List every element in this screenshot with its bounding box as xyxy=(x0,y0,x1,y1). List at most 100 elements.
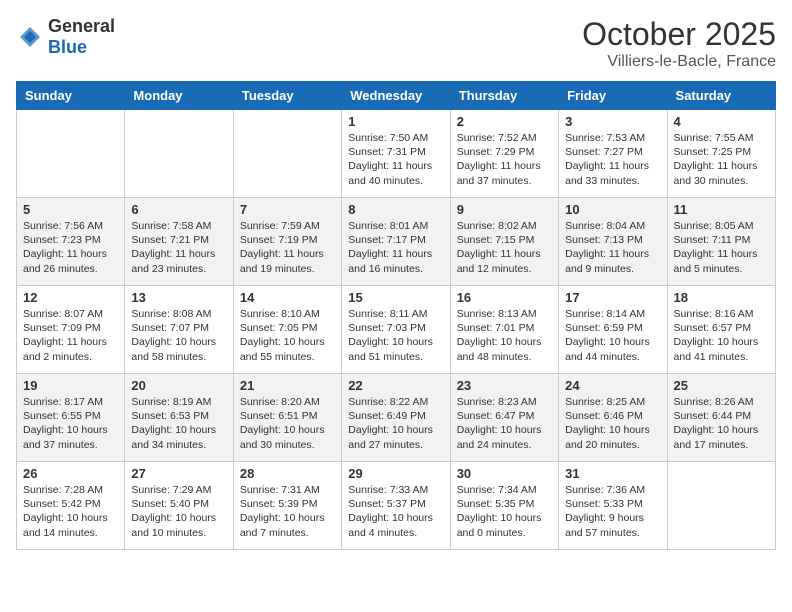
calendar-cell: 6 Sunrise: 7:58 AM Sunset: 7:21 PM Daylig… xyxy=(125,198,233,286)
logo-blue: Blue xyxy=(48,37,87,57)
day-info: Sunrise: 8:26 AM Sunset: 6:44 PM Dayligh… xyxy=(674,395,769,452)
day-number: 6 xyxy=(131,202,226,217)
calendar-table: SundayMondayTuesdayWednesdayThursdayFrid… xyxy=(16,81,776,550)
day-number: 24 xyxy=(565,378,660,393)
day-info: Sunrise: 8:13 AM Sunset: 7:01 PM Dayligh… xyxy=(457,307,552,364)
day-info: Sunrise: 7:55 AM Sunset: 7:25 PM Dayligh… xyxy=(674,131,769,188)
logo-general: General xyxy=(48,16,115,36)
day-info: Sunrise: 7:52 AM Sunset: 7:29 PM Dayligh… xyxy=(457,131,552,188)
calendar-cell: 17 Sunrise: 8:14 AM Sunset: 6:59 PM Dayli… xyxy=(559,286,667,374)
day-number: 10 xyxy=(565,202,660,217)
calendar-cell xyxy=(17,110,125,198)
weekday-header: Saturday xyxy=(667,82,775,110)
calendar-cell: 8 Sunrise: 8:01 AM Sunset: 7:17 PM Daylig… xyxy=(342,198,450,286)
calendar-cell: 9 Sunrise: 8:02 AM Sunset: 7:15 PM Daylig… xyxy=(450,198,558,286)
calendar-cell: 20 Sunrise: 8:19 AM Sunset: 6:53 PM Dayli… xyxy=(125,374,233,462)
weekday-header: Tuesday xyxy=(233,82,341,110)
day-info: Sunrise: 7:33 AM Sunset: 5:37 PM Dayligh… xyxy=(348,483,443,540)
day-info: Sunrise: 8:11 AM Sunset: 7:03 PM Dayligh… xyxy=(348,307,443,364)
logo-icon xyxy=(16,23,44,51)
weekday-header: Sunday xyxy=(17,82,125,110)
day-info: Sunrise: 8:17 AM Sunset: 6:55 PM Dayligh… xyxy=(23,395,118,452)
day-info: Sunrise: 8:04 AM Sunset: 7:13 PM Dayligh… xyxy=(565,219,660,276)
calendar-cell: 28Sunrise: 7:31 AM Sunset: 5:39 PM Dayli… xyxy=(233,462,341,550)
page-header: General Blue October 2025 Villiers-le-Ba… xyxy=(16,16,776,71)
day-number: 17 xyxy=(565,290,660,305)
day-info: Sunrise: 7:29 AM Sunset: 5:40 PM Dayligh… xyxy=(131,483,226,540)
calendar-cell: 13 Sunrise: 8:08 AM Sunset: 7:07 PM Dayli… xyxy=(125,286,233,374)
day-number: 18 xyxy=(674,290,769,305)
calendar-cell: 24Sunrise: 8:25 AM Sunset: 6:46 PM Dayli… xyxy=(559,374,667,462)
day-info: Sunrise: 8:10 AM Sunset: 7:05 PM Dayligh… xyxy=(240,307,335,364)
day-number: 30 xyxy=(457,466,552,481)
day-info: Sunrise: 7:58 AM Sunset: 7:21 PM Dayligh… xyxy=(131,219,226,276)
calendar-cell: 1 Sunrise: 7:50 AM Sunset: 7:31 PM Daylig… xyxy=(342,110,450,198)
day-number: 9 xyxy=(457,202,552,217)
weekday-header-row: SundayMondayTuesdayWednesdayThursdayFrid… xyxy=(17,82,776,110)
calendar-cell xyxy=(233,110,341,198)
day-number: 13 xyxy=(131,290,226,305)
calendar-cell xyxy=(125,110,233,198)
calendar-cell: 18Sunrise: 8:16 AM Sunset: 6:57 PM Dayli… xyxy=(667,286,775,374)
calendar-week-row: 1 Sunrise: 7:50 AM Sunset: 7:31 PM Daylig… xyxy=(17,110,776,198)
day-info: Sunrise: 7:36 AM Sunset: 5:33 PM Dayligh… xyxy=(565,483,660,540)
day-info: Sunrise: 7:31 AM Sunset: 5:39 PM Dayligh… xyxy=(240,483,335,540)
day-number: 16 xyxy=(457,290,552,305)
day-number: 12 xyxy=(23,290,118,305)
calendar-cell: 27 Sunrise: 7:29 AM Sunset: 5:40 PM Dayli… xyxy=(125,462,233,550)
day-info: Sunrise: 8:01 AM Sunset: 7:17 PM Dayligh… xyxy=(348,219,443,276)
calendar-cell: 10 Sunrise: 8:04 AM Sunset: 7:13 PM Dayli… xyxy=(559,198,667,286)
day-info: Sunrise: 8:05 AM Sunset: 7:11 PM Dayligh… xyxy=(674,219,769,276)
day-info: Sunrise: 8:14 AM Sunset: 6:59 PM Dayligh… xyxy=(565,307,660,364)
day-number: 15 xyxy=(348,290,443,305)
day-info: Sunrise: 8:23 AM Sunset: 6:47 PM Dayligh… xyxy=(457,395,552,452)
calendar-week-row: 12Sunrise: 8:07 AM Sunset: 7:09 PM Dayli… xyxy=(17,286,776,374)
day-number: 11 xyxy=(674,202,769,217)
day-number: 20 xyxy=(131,378,226,393)
calendar-title: October 2025 xyxy=(582,16,776,53)
calendar-cell: 31 Sunrise: 7:36 AM Sunset: 5:33 PM Dayli… xyxy=(559,462,667,550)
calendar-cell: 11 Sunrise: 8:05 AM Sunset: 7:11 PM Dayli… xyxy=(667,198,775,286)
calendar-cell: 19 Sunrise: 8:17 AM Sunset: 6:55 PM Dayli… xyxy=(17,374,125,462)
calendar-cell: 26Sunrise: 7:28 AM Sunset: 5:42 PM Dayli… xyxy=(17,462,125,550)
calendar-cell: 5Sunrise: 7:56 AM Sunset: 7:23 PM Daylig… xyxy=(17,198,125,286)
day-info: Sunrise: 7:28 AM Sunset: 5:42 PM Dayligh… xyxy=(23,483,118,540)
calendar-week-row: 19 Sunrise: 8:17 AM Sunset: 6:55 PM Dayli… xyxy=(17,374,776,462)
calendar-cell: 25Sunrise: 8:26 AM Sunset: 6:44 PM Dayli… xyxy=(667,374,775,462)
day-info: Sunrise: 7:59 AM Sunset: 7:19 PM Dayligh… xyxy=(240,219,335,276)
weekday-header: Wednesday xyxy=(342,82,450,110)
day-info: Sunrise: 7:50 AM Sunset: 7:31 PM Dayligh… xyxy=(348,131,443,188)
day-number: 19 xyxy=(23,378,118,393)
day-info: Sunrise: 8:19 AM Sunset: 6:53 PM Dayligh… xyxy=(131,395,226,452)
calendar-week-row: 26Sunrise: 7:28 AM Sunset: 5:42 PM Dayli… xyxy=(17,462,776,550)
calendar-cell: 29 Sunrise: 7:33 AM Sunset: 5:37 PM Dayli… xyxy=(342,462,450,550)
day-number: 31 xyxy=(565,466,660,481)
day-number: 8 xyxy=(348,202,443,217)
weekday-header: Monday xyxy=(125,82,233,110)
day-number: 29 xyxy=(348,466,443,481)
day-info: Sunrise: 7:53 AM Sunset: 7:27 PM Dayligh… xyxy=(565,131,660,188)
day-number: 21 xyxy=(240,378,335,393)
calendar-cell: 14 Sunrise: 8:10 AM Sunset: 7:05 PM Dayli… xyxy=(233,286,341,374)
calendar-cell: 2 Sunrise: 7:52 AM Sunset: 7:29 PM Daylig… xyxy=(450,110,558,198)
calendar-cell: 23 Sunrise: 8:23 AM Sunset: 6:47 PM Dayli… xyxy=(450,374,558,462)
day-info: Sunrise: 8:08 AM Sunset: 7:07 PM Dayligh… xyxy=(131,307,226,364)
day-number: 2 xyxy=(457,114,552,129)
day-number: 4 xyxy=(674,114,769,129)
day-number: 3 xyxy=(565,114,660,129)
calendar-cell: 3 Sunrise: 7:53 AM Sunset: 7:27 PM Daylig… xyxy=(559,110,667,198)
weekday-header: Friday xyxy=(559,82,667,110)
calendar-cell: 16 Sunrise: 8:13 AM Sunset: 7:01 PM Dayli… xyxy=(450,286,558,374)
day-number: 1 xyxy=(348,114,443,129)
title-block: October 2025 Villiers-le-Bacle, France xyxy=(582,16,776,71)
day-number: 14 xyxy=(240,290,335,305)
day-number: 23 xyxy=(457,378,552,393)
day-info: Sunrise: 8:02 AM Sunset: 7:15 PM Dayligh… xyxy=(457,219,552,276)
day-info: Sunrise: 8:22 AM Sunset: 6:49 PM Dayligh… xyxy=(348,395,443,452)
day-info: Sunrise: 7:34 AM Sunset: 5:35 PM Dayligh… xyxy=(457,483,552,540)
day-number: 27 xyxy=(131,466,226,481)
logo: General Blue xyxy=(16,16,115,58)
weekday-header: Thursday xyxy=(450,82,558,110)
calendar-cell: 12Sunrise: 8:07 AM Sunset: 7:09 PM Dayli… xyxy=(17,286,125,374)
day-info: Sunrise: 7:56 AM Sunset: 7:23 PM Dayligh… xyxy=(23,219,118,276)
